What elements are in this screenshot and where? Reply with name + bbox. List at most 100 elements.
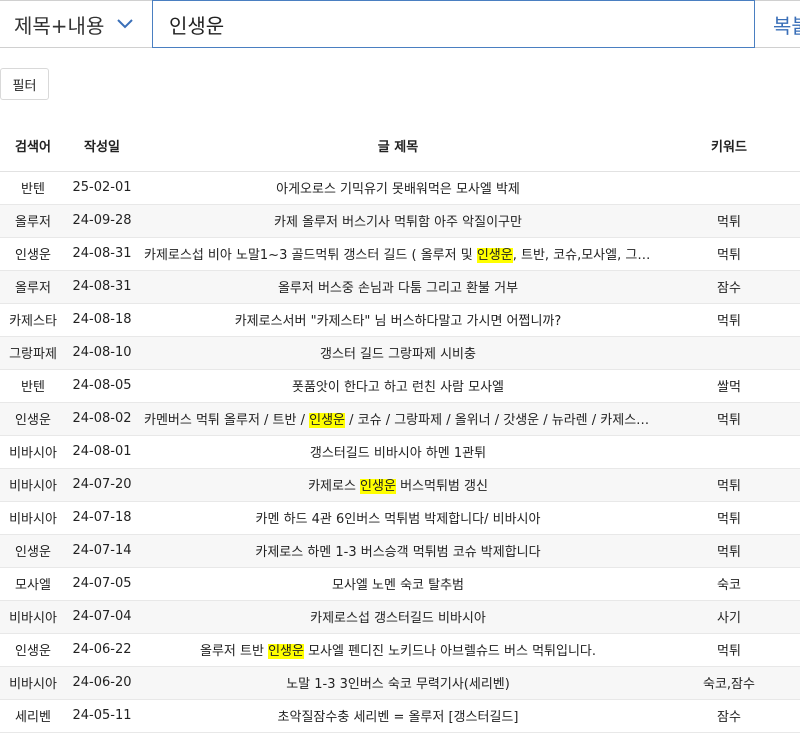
copy-button[interactable]: 복붙 <box>755 0 800 48</box>
table-row[interactable]: 그랑파제 24-08-10 갱스터 길드 그랑파제 시비충 <box>0 336 800 370</box>
title-text: 초악질잠수충 세리벤 = 올루저 [갱스터길드] <box>277 710 519 725</box>
cell-title-link[interactable]: 올루저 버스중 손님과 다툼 그리고 환불 거부 <box>138 270 658 304</box>
cell-date: 24-07-20 <box>66 468 138 502</box>
cell-search-term: 반텐 <box>0 171 66 205</box>
cell-keyword: 숙코 <box>658 567 800 601</box>
cell-date: 24-07-04 <box>66 600 138 634</box>
cell-date: 25-02-01 <box>66 171 138 205</box>
table-row[interactable]: 카제스타 24-08-18 카제로스서버 "카제스타" 님 버스하다말고 가시면 어… <box>0 303 800 337</box>
cell-title-link[interactable]: 폿품앗이 한다고 하고 런친 사람 모사엘 <box>138 369 658 403</box>
cell-date: 24-07-18 <box>66 501 138 535</box>
cell-search-term: 비바시아 <box>0 501 66 535</box>
table-row[interactable]: 비바시아 24-07-20 카제로스 인생운 버스먹튀범 갱신 먹튀 <box>0 468 800 502</box>
cell-title-link[interactable]: 카멘버스 먹튀 올루저 / 트반 / 인생운 / 코슈 / 그랑파제 / 올위너… <box>138 402 658 436</box>
highlighted-match: 인생운 <box>268 644 304 659</box>
title-text: 갱스터 길드 그랑파제 시비충 <box>320 347 476 362</box>
highlighted-match: 인생운 <box>309 413 346 428</box>
table-row[interactable]: 인생운 24-08-31 카제로스섭 비아 노말1~3 골드먹튀 갱스터 길드 ( … <box>0 237 800 271</box>
cell-keyword: 잠수 <box>658 270 800 304</box>
cell-date: 24-06-22 <box>66 633 138 667</box>
cell-search-term: 인생운 <box>0 633 66 667</box>
cell-search-term: 세리벤 <box>0 699 66 733</box>
cell-title-link[interactable]: 아게오로스 기믹유기 못배워먹은 모사엘 박제 <box>138 171 658 205</box>
cell-search-term: 비바시아 <box>0 468 66 502</box>
title-text: 버스먹튀범 갱신 <box>395 479 488 494</box>
filter-button[interactable]: 필터 <box>0 68 49 100</box>
copy-button-label: 복붙 <box>773 13 800 38</box>
title-text: 아게오로스 기믹유기 못배워먹은 모사엘 박제 <box>276 182 520 197</box>
title-text: 카멘 하드 4관 6인버스 먹튀범 박제합니다/ 비바시아 <box>255 512 541 527</box>
table-row[interactable]: 올루저 24-09-28 카제 올루저 버스기사 먹튀함 아주 악질이구만 먹튀 <box>0 204 800 238</box>
search-query-text: 인생운 <box>169 13 225 38</box>
cell-search-term: 인생운 <box>0 237 66 271</box>
header-keyword: 키워드 <box>658 120 800 172</box>
table-body: 반텐 25-02-01 아게오로스 기믹유기 못배워먹은 모사엘 박제 올루저 24-0… <box>0 171 800 733</box>
cell-title-link[interactable]: 올루저 트반 인생운 모사엘 펜디진 노키드나 아브렐슈드 버스 먹튀입니다. <box>138 633 658 667</box>
cell-keyword: 먹튀 <box>658 237 800 271</box>
cell-keyword: 먹튀 <box>658 468 800 502</box>
cell-keyword: 먹튀 <box>658 204 800 238</box>
cell-title-link[interactable]: 갱스터길드 비바시아 하멘 1관튀 <box>138 435 658 469</box>
cell-title-link[interactable]: 카제 올루저 버스기사 먹튀함 아주 악질이구만 <box>138 204 658 238</box>
cell-title-link[interactable]: 모사엘 노멘 숙코 탈추범 <box>138 567 658 601</box>
cell-search-term: 모사엘 <box>0 567 66 601</box>
cell-date: 24-08-31 <box>66 270 138 304</box>
table-row[interactable]: 반텐 24-08-05 폿품앗이 한다고 하고 런친 사람 모사엘 쌀먹 <box>0 369 800 403</box>
table-row[interactable]: 세리벤 24-05-11 초악질잠수충 세리벤 = 올루저 [갱스터길드] 잠수 <box>0 699 800 733</box>
search-input[interactable]: 인생운 <box>152 0 755 48</box>
title-text: 카제로스 하멘 1-3 버스승객 먹튀범 코슈 박제합니다 <box>255 545 541 560</box>
title-text: 카제로스섭 비아 노말1~3 골드먹튀 갱스터 길드 ( 올루저 및 <box>144 248 477 263</box>
title-text: 모사엘 노멘 숙코 탈추범 <box>332 578 464 593</box>
cell-title-link[interactable]: 카멘 하드 4관 6인버스 먹튀범 박제합니다/ 비바시아 <box>138 501 658 535</box>
title-text: 카멘버스 먹튀 올루저 / 트반 / <box>144 413 310 428</box>
cell-keyword: 먹튀 <box>658 534 800 568</box>
highlighted-match: 인생운 <box>476 248 513 263</box>
cell-keyword <box>658 171 800 205</box>
cell-date: 24-08-02 <box>66 402 138 436</box>
table-row[interactable]: 비바시아 24-06-20 노말 1-3 3인버스 숙코 무력기사(세리벤) 숙코,잠… <box>0 666 800 700</box>
table-row[interactable]: 비바시아 24-07-18 카멘 하드 4관 6인버스 먹튀범 박제합니다/ 비바시… <box>0 501 800 535</box>
table-row[interactable]: 비바시아 24-07-04 카제로스섭 갱스터길드 비바시아 사기 <box>0 600 800 634</box>
highlighted-match: 인생운 <box>360 479 396 494</box>
cell-keyword: 잠수 <box>658 699 800 733</box>
cell-date: 24-06-20 <box>66 666 138 700</box>
search-scope-select[interactable]: 제목+내용 <box>0 0 152 48</box>
title-text: 카제로스 <box>308 479 361 494</box>
table-row[interactable]: 인생운 24-08-02 카멘버스 먹튀 올루저 / 트반 / 인생운 / 코슈 /… <box>0 402 800 436</box>
cell-search-term: 올루저 <box>0 270 66 304</box>
table-row[interactable]: 모사엘 24-07-05 모사엘 노멘 숙코 탈추범 숙코 <box>0 567 800 601</box>
cell-title-link[interactable]: 카제로스섭 비아 노말1~3 골드먹튀 갱스터 길드 ( 올루저 및 인생운, … <box>138 237 658 271</box>
cell-keyword: 숙코,잠수 <box>658 666 800 700</box>
cell-title-link[interactable]: 초악질잠수충 세리벤 = 올루저 [갱스터길드] <box>138 699 658 733</box>
cell-title-link[interactable]: 카제로스 하멘 1-3 버스승객 먹튀범 코슈 박제합니다 <box>138 534 658 568</box>
cell-date: 24-07-05 <box>66 567 138 601</box>
table-header: 검색어 작성일 글 제목 키워드 <box>0 120 800 172</box>
table-row[interactable]: 인생운 24-07-14 카제로스 하멘 1-3 버스승객 먹튀범 코슈 박제합니다… <box>0 534 800 568</box>
cell-title-link[interactable]: 카제로스 인생운 버스먹튀범 갱신 <box>138 468 658 502</box>
cell-title-link[interactable]: 갱스터 길드 그랑파제 시비충 <box>138 336 658 370</box>
cell-search-term: 인생운 <box>0 534 66 568</box>
title-text: 카제로스서버 "카제스타" 님 버스하다말고 가시면 어쩝니까? <box>234 314 562 329</box>
table-row[interactable]: 인생운 24-06-22 올루저 트반 인생운 모사엘 펜디진 노키드나 아브렐슈드… <box>0 633 800 667</box>
chevron-down-icon <box>117 19 133 29</box>
results-table: 검색어 작성일 글 제목 키워드 반텐 25-02-01 아게오로스 기믹유기 못배… <box>0 120 800 733</box>
cell-keyword: 먹튀 <box>658 501 800 535</box>
table-row[interactable]: 비바시아 24-08-01 갱스터길드 비바시아 하멘 1관튀 <box>0 435 800 469</box>
title-text: 노말 1-3 3인버스 숙코 무력기사(세리벤) <box>286 677 510 692</box>
cell-keyword: 사기 <box>658 600 800 634</box>
table-row[interactable]: 반텐 25-02-01 아게오로스 기믹유기 못배워먹은 모사엘 박제 <box>0 171 800 205</box>
table-row[interactable]: 올루저 24-08-31 올루저 버스중 손님과 다툼 그리고 환불 거부 잠수 <box>0 270 800 304</box>
cell-search-term: 비바시아 <box>0 666 66 700</box>
cell-date: 24-07-14 <box>66 534 138 568</box>
cell-search-term: 반텐 <box>0 369 66 403</box>
title-text: 올루저 버스중 손님과 다툼 그리고 환불 거부 <box>277 281 519 296</box>
cell-search-term: 올루저 <box>0 204 66 238</box>
cell-title-link[interactable]: 카제로스서버 "카제스타" 님 버스하다말고 가시면 어쩝니까? <box>138 303 658 337</box>
search-scope-label: 제목+내용 <box>14 13 105 38</box>
cell-title-link[interactable]: 카제로스섭 갱스터길드 비바시아 <box>138 600 658 634</box>
cell-keyword: 먹튀 <box>658 402 800 436</box>
cell-title-link[interactable]: 노말 1-3 3인버스 숙코 무력기사(세리벤) <box>138 666 658 700</box>
cell-keyword: 먹튀 <box>658 303 800 337</box>
cell-search-term: 비바시아 <box>0 600 66 634</box>
cell-search-term: 그랑파제 <box>0 336 66 370</box>
